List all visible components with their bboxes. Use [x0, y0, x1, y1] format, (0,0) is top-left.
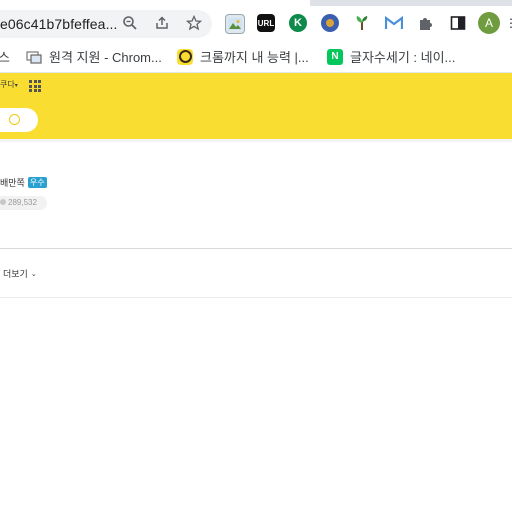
- plant-extension-icon[interactable]: [353, 14, 371, 32]
- chevron-down-icon: ▾: [14, 83, 18, 89]
- bookmark-label: 크롬까지 내 능력 |...: [200, 50, 309, 65]
- bookmark-item-naver[interactable]: N 글자수세기 : 네이...: [327, 47, 455, 66]
- kakao-icon: [177, 48, 193, 65]
- gmail-icon[interactable]: [385, 14, 403, 32]
- grade-badge: 우수: [27, 177, 47, 188]
- url-extension-icon[interactable]: URL: [257, 14, 275, 32]
- bookmark-item-1[interactable]: 스: [0, 47, 10, 66]
- section-divider: [0, 297, 512, 298]
- share-icon[interactable]: [153, 14, 171, 32]
- member-count-icon: [0, 199, 6, 205]
- cafe-menu-label[interactable]: 쿠다▾: [0, 79, 18, 90]
- remote-desktop-icon: [26, 49, 42, 65]
- chevron-down-icon: ⌄: [30, 270, 37, 278]
- bookmark-label: 원격 지원 - Chrom...: [49, 50, 162, 65]
- puzzle-icon[interactable]: [417, 14, 435, 32]
- apps-grid-icon[interactable]: [29, 80, 41, 92]
- url-text: e06c41b7bfeffea...: [0, 16, 118, 32]
- blue-circle-extension-icon[interactable]: [321, 14, 339, 32]
- side-panel-icon[interactable]: [449, 14, 467, 32]
- profile-avatar[interactable]: A: [478, 12, 500, 34]
- grade-text: 배만쪽: [0, 178, 25, 188]
- cafe-menu-text: 쿠다: [0, 80, 15, 89]
- bookmark-label: 스: [0, 50, 10, 65]
- member-count-value: 289,532: [8, 198, 37, 207]
- cafe-top-bar: [0, 73, 512, 101]
- member-count[interactable]: 289,532: [0, 196, 47, 210]
- search-input[interactable]: [0, 108, 38, 132]
- bookmark-label: 글자수세기 : 네이...: [350, 50, 456, 65]
- more-label: 더보기: [3, 269, 28, 279]
- more-button[interactable]: 더보기 ⌄: [3, 267, 37, 280]
- search-icon[interactable]: [9, 114, 20, 125]
- address-bar[interactable]: e06c41b7bfeffea...: [0, 10, 212, 38]
- browser-toolbar: e06c41b7bfeffea... URL K A ⋮: [0, 6, 512, 40]
- cafe-header: [0, 101, 512, 139]
- k-extension-icon[interactable]: K: [289, 14, 307, 32]
- bookmarks-bar: 스 원격 지원 - Chrom... 크롬까지 내 능력 |... N 글자수세…: [0, 40, 512, 73]
- menu-kebab-icon[interactable]: ⋮: [505, 16, 512, 30]
- section-divider: [0, 248, 512, 249]
- bookmark-item-remote[interactable]: 원격 지원 - Chrom...: [26, 47, 162, 66]
- naver-icon: N: [327, 48, 343, 65]
- bookmark-item-kakao[interactable]: 크롬까지 내 능력 |...: [177, 47, 309, 66]
- header-shadow: [0, 139, 512, 142]
- avatar-letter: A: [484, 16, 493, 30]
- bookmark-star-icon[interactable]: [185, 14, 203, 32]
- image-extension-icon[interactable]: [225, 14, 245, 34]
- member-grade: 배만쪽 우수: [0, 176, 47, 189]
- zoom-icon[interactable]: [121, 14, 139, 32]
